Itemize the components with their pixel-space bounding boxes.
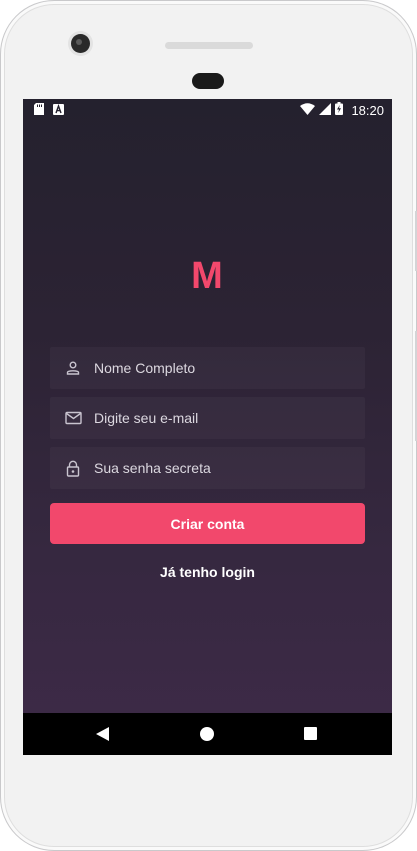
status-time: 18:20 <box>351 102 384 118</box>
lock-icon <box>64 459 82 477</box>
recents-icon[interactable] <box>304 727 317 740</box>
name-field[interactable] <box>50 347 365 389</box>
proximity-sensor <box>192 73 224 89</box>
create-account-button[interactable]: Criar conta <box>50 503 365 544</box>
app-logo: M <box>191 255 224 297</box>
front-camera <box>71 34 90 53</box>
password-field[interactable] <box>50 447 365 489</box>
mail-icon <box>64 409 82 427</box>
home-icon[interactable] <box>200 727 214 741</box>
wifi-icon <box>300 102 316 118</box>
phone-frame: 18:20 M Criar conta Já tenho login <box>0 0 417 851</box>
earpiece-speaker <box>165 42 253 49</box>
back-icon[interactable] <box>96 727 109 746</box>
login-link[interactable]: Já tenho login <box>23 564 392 580</box>
status-bar: 18:20 <box>23 99 392 121</box>
battery-charging-icon <box>335 102 344 118</box>
signal-icon <box>319 102 332 118</box>
person-icon <box>64 359 82 377</box>
password-input[interactable] <box>94 460 365 476</box>
email-field[interactable] <box>50 397 365 439</box>
email-input[interactable] <box>94 410 365 426</box>
sd-card-icon <box>34 103 44 118</box>
navigation-bar <box>23 713 392 755</box>
name-input[interactable] <box>94 360 365 376</box>
screen: 18:20 M Criar conta Já tenho login <box>23 99 392 755</box>
text-a-icon <box>53 103 64 118</box>
